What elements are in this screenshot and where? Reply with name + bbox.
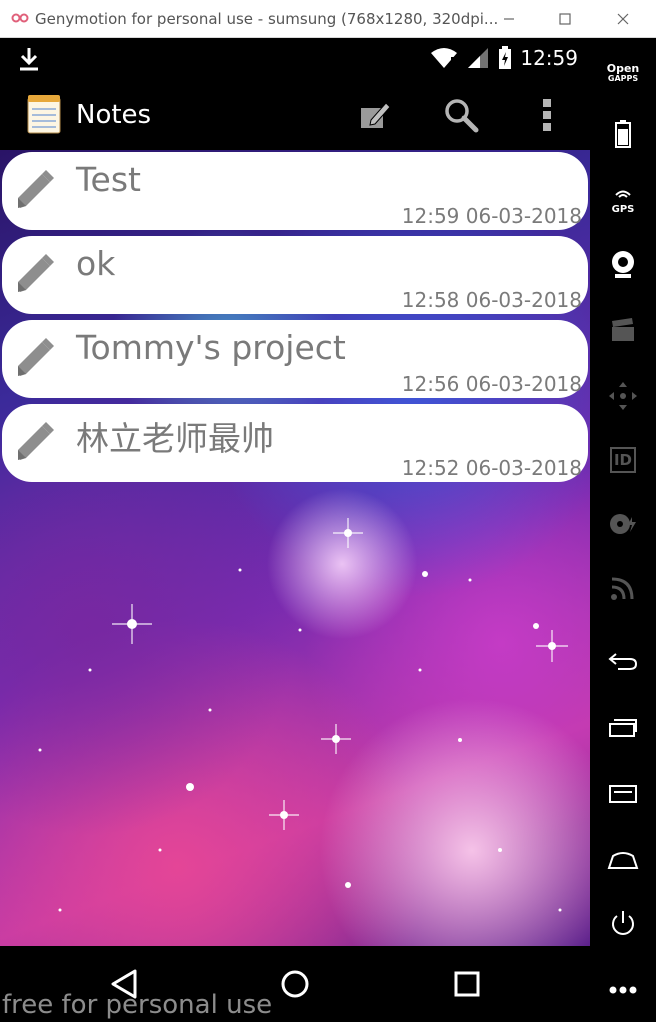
open-gapps-label-line1: Open	[606, 62, 640, 75]
nav-recents-button[interactable]	[442, 964, 492, 1004]
wifi-icon	[431, 48, 458, 68]
home-icon	[281, 970, 309, 998]
note-item[interactable]: ok 12:58 06-03-2018	[2, 236, 588, 314]
overflow-menu-button[interactable]	[522, 90, 572, 140]
device-power-button[interactable]	[598, 902, 648, 946]
genymotion-toolbar: Open GAPPS GPS ID	[590, 38, 656, 1022]
gps-icon: GPS	[611, 186, 635, 215]
compose-icon	[361, 102, 391, 128]
open-gapps-button[interactable]: Open GAPPS	[598, 52, 648, 96]
battery-icon	[615, 120, 631, 148]
webcam-icon	[612, 251, 634, 278]
recents-icon	[454, 971, 480, 997]
nav-home-button[interactable]	[270, 964, 320, 1004]
device-recent-apps-button[interactable]	[598, 706, 648, 750]
app-title: Notes	[76, 100, 152, 130]
device-id-icon: ID	[610, 447, 636, 473]
pencil-icon	[18, 422, 54, 460]
window-titlebar: Genymotion for personal use - sumsung (7…	[0, 0, 656, 38]
note-timestamp: 12:58 06-03-2018	[401, 288, 582, 312]
open-gapps-label-line2: GAPPS	[607, 74, 639, 83]
device-back-button[interactable]	[598, 640, 648, 684]
minimize-button[interactable]	[486, 0, 532, 38]
action-bar: Notes	[0, 80, 590, 150]
search-button[interactable]	[436, 90, 486, 140]
signal-icon	[468, 48, 489, 68]
battery-charging-icon	[499, 46, 512, 69]
note-item[interactable]: Tommy's project 12:56 06-03-2018	[2, 320, 588, 398]
note-timestamp: 12:52 06-03-2018	[401, 456, 582, 480]
note-item[interactable]: Test 12:59 06-03-2018	[2, 152, 588, 230]
download-icon	[20, 48, 38, 71]
pencil-icon	[18, 254, 54, 292]
close-button[interactable]	[600, 0, 646, 38]
notepad-app-icon	[27, 95, 61, 134]
pencil-icon	[18, 338, 54, 376]
device-menu-button[interactable]	[598, 772, 648, 816]
dpad-icon	[609, 382, 637, 410]
maximize-button[interactable]	[542, 0, 588, 38]
note-timestamp: 12:59 06-03-2018	[401, 204, 582, 228]
note-title: Test	[76, 160, 141, 199]
clapperboard-icon	[612, 318, 634, 341]
search-icon	[445, 99, 479, 133]
open-gapps-icon: Open GAPPS	[606, 62, 640, 84]
close-icon	[617, 13, 629, 25]
status-time: 12:59	[520, 46, 578, 70]
note-title: Tommy's project	[76, 328, 346, 367]
dpad-tool-button[interactable]	[598, 374, 648, 418]
window-title: Genymotion for personal use - sumsung (7…	[35, 10, 499, 28]
note-title: ok	[76, 244, 116, 283]
disk-io-tool-button[interactable]	[598, 502, 648, 546]
overflow-menu-icon	[543, 99, 551, 131]
cast-icon	[611, 577, 634, 600]
minimize-icon	[504, 18, 514, 20]
menu-icon	[609, 785, 637, 803]
more-tools-button[interactable]	[598, 968, 648, 1012]
android-screen: 12:59 Notes Test 12:59 06-03-2018 ok 12:…	[0, 38, 590, 1022]
note-item[interactable]: 林立老师最帅 12:52 06-03-2018	[2, 404, 588, 482]
status-bar: 12:59	[0, 38, 590, 80]
cast-tool-button[interactable]	[598, 566, 648, 610]
gps-label: GPS	[611, 203, 635, 215]
webcam-tool-button[interactable]	[598, 242, 648, 286]
disk-io-icon	[610, 514, 636, 534]
device-home-button[interactable]	[598, 838, 648, 882]
device-id-label: ID	[613, 451, 633, 469]
device-id-tool-button[interactable]: ID	[598, 438, 648, 482]
notes-list-area: Test 12:59 06-03-2018 ok 12:58 06-03-201…	[0, 150, 590, 946]
compose-note-button[interactable]	[350, 90, 400, 140]
pencil-icon	[18, 170, 54, 208]
back-arrow-icon	[608, 653, 638, 670]
maximize-icon	[559, 13, 571, 25]
home-outline-icon	[607, 852, 639, 869]
note-timestamp: 12:56 06-03-2018	[401, 372, 582, 396]
gps-tool-button[interactable]: GPS	[598, 178, 648, 222]
more-icon	[609, 986, 637, 994]
capture-tool-button[interactable]	[598, 308, 648, 352]
genymotion-logo-icon	[11, 13, 29, 23]
recent-apps-icon	[609, 719, 637, 737]
power-icon	[612, 911, 634, 935]
note-title: 林立老师最帅	[76, 419, 274, 458]
watermark-text: free for personal use	[2, 990, 273, 1020]
battery-tool-button[interactable]	[598, 112, 648, 156]
